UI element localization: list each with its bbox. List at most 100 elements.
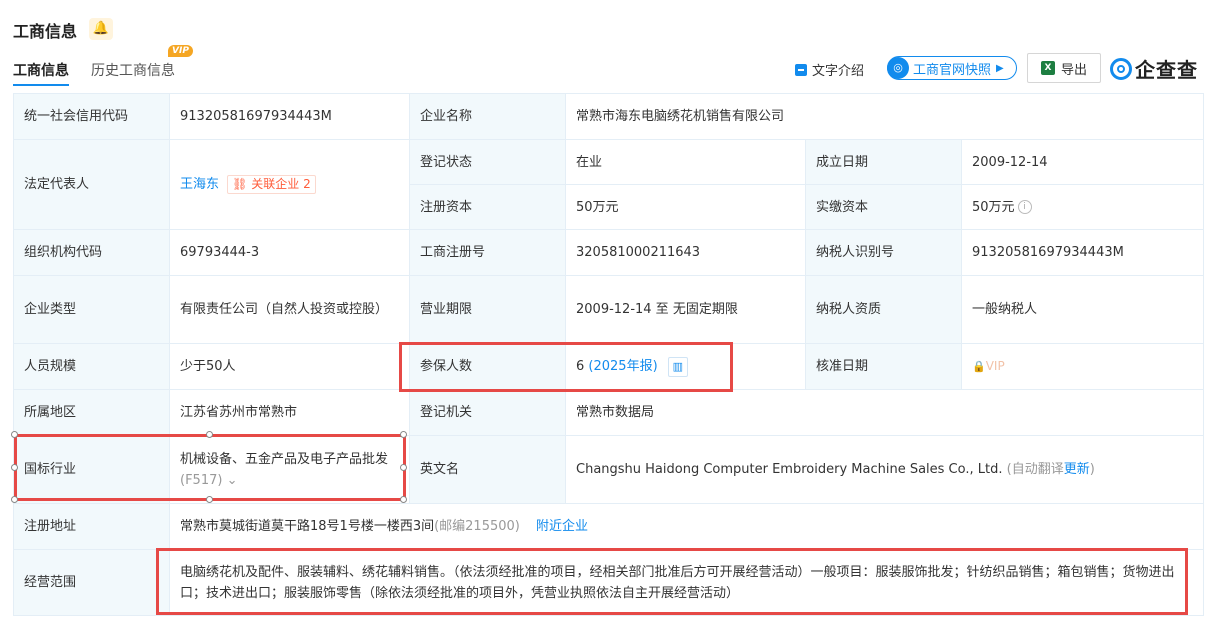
- table-row: 经营范围 电脑绣花机及配件、服装辅料、绣花辅料销售。（依法须经批准的项目，经相关…: [13, 549, 1205, 616]
- scope-label: 经营范围: [13, 549, 170, 616]
- section-title: 工商信息: [13, 22, 78, 41]
- paid-capital-value: 50万元: [972, 199, 1015, 215]
- snapshot-label: 工商官网快照: [913, 62, 992, 78]
- org-code-label: 组织机构代码: [13, 229, 170, 276]
- legal-rep-link[interactable]: 王海东: [180, 177, 219, 192]
- auto-translate-prefix: (自动翻译: [1006, 462, 1064, 477]
- reg-status-label: 登记状态: [409, 139, 566, 185]
- industry-cell: 机械设备、五金产品及电子产品批发 (F517) ⌄: [169, 435, 410, 504]
- credit-code-value: 91320581697934443M: [169, 93, 410, 140]
- related-count: 2: [303, 177, 311, 191]
- address-cell: 常熟市莫城街道莫干路18号1号楼一楼西3间(邮编215500) 附近企业: [168, 503, 1205, 550]
- tab-history-info[interactable]: 历史工商信息: [91, 60, 175, 80]
- reg-status-value: 在业: [565, 139, 806, 185]
- qcc-logo-icon: [1110, 57, 1132, 80]
- reg-authority-value: 常熟市数据局: [564, 389, 1205, 436]
- taxpayer-qual-value: 一般纳税人: [960, 275, 1205, 344]
- business-term-value: 2009-12-14 至 无固定期限: [565, 275, 806, 344]
- resize-handle[interactable]: [400, 431, 407, 438]
- resize-handle[interactable]: [206, 431, 213, 438]
- address-value: 常熟市莫城街道莫干路18号1号楼一楼西3间: [180, 519, 435, 534]
- vip-badge: VIP: [168, 45, 193, 57]
- credit-code-label: 统一社会信用代码: [13, 93, 170, 140]
- info-icon[interactable]: i: [1017, 200, 1032, 214]
- found-date-label: 成立日期: [805, 139, 962, 185]
- approve-date-label: 核准日期: [805, 343, 962, 390]
- business-term-label: 营业期限: [409, 275, 566, 344]
- document-icon: [795, 63, 807, 76]
- company-name-value: 常熟市海东电脑绣花机销售有限公司: [564, 93, 1205, 140]
- table-row: 所属地区 江苏省苏州市常熟市 登记机关 常熟市数据局: [13, 389, 1205, 436]
- legal-rep-cell: 王海东 ⛓ 关联企业 2: [169, 139, 410, 230]
- reg-no-label: 工商注册号: [409, 229, 566, 276]
- export-button[interactable]: X 导出: [1027, 53, 1101, 83]
- related-company-tag[interactable]: ⛓ 关联企业 2: [227, 175, 316, 194]
- address-label: 注册地址: [13, 503, 170, 550]
- text-intro-label: 文字介绍: [812, 64, 865, 79]
- org-code-value: 69793444-3: [169, 229, 410, 276]
- export-label: 导出: [1060, 62, 1087, 78]
- update-translation-link[interactable]: 更新: [1064, 462, 1090, 477]
- bell-icon[interactable]: 🔔: [89, 18, 113, 40]
- related-company-icon: ⛓: [232, 177, 248, 191]
- staff-size-value: 少于50人: [169, 343, 410, 390]
- insured-cell: 6 (2025年报) ▥: [565, 343, 806, 390]
- company-name-label: 企业名称: [409, 93, 566, 140]
- postcode: (邮编215500): [434, 519, 520, 534]
- active-tab-indicator: [13, 84, 69, 86]
- found-date-value: 2009-12-14: [960, 139, 1205, 185]
- paid-capital-cell: 50万元 i: [960, 184, 1205, 230]
- qcc-logo: 企查查: [1110, 54, 1198, 83]
- reg-capital-value: 50万元: [565, 184, 806, 230]
- resize-handle[interactable]: [11, 496, 18, 503]
- region-label: 所属地区: [13, 389, 170, 436]
- annual-report-link[interactable]: (2025年报): [588, 359, 657, 374]
- reg-no-value: 320581000211643: [565, 229, 806, 276]
- logo-text: 企查查: [1135, 58, 1198, 82]
- company-type-value: 有限责任公司（自然人投资或控股）: [169, 275, 410, 344]
- resize-handle[interactable]: [11, 431, 18, 438]
- excel-icon: X: [1040, 61, 1055, 75]
- official-snapshot-button[interactable]: ◎ 工商官网快照 ▶: [887, 56, 1017, 80]
- snapshot-icon: ◎: [887, 57, 909, 79]
- approve-date-vip[interactable]: VIP: [986, 359, 1005, 373]
- industry-value: 机械设备、五金产品及电子产品批发: [180, 451, 389, 467]
- reg-authority-label: 登记机关: [409, 389, 566, 436]
- nearby-companies-link[interactable]: 附近企业: [536, 519, 588, 534]
- paid-capital-label: 实缴资本: [805, 184, 962, 230]
- legal-rep-label: 法定代表人: [13, 139, 170, 230]
- resize-handle[interactable]: [400, 496, 407, 503]
- chart-icon[interactable]: ▥: [667, 356, 688, 377]
- resize-handle[interactable]: [206, 496, 213, 503]
- english-name-label: 英文名: [409, 435, 566, 504]
- table-row: 人员规模 少于50人 参保人数 6 (2025年报) ▥ 核准日期 🔒VIP: [13, 343, 1205, 390]
- resize-handle[interactable]: [400, 464, 407, 471]
- table-row: 统一社会信用代码 91320581697934443M 企业名称 常熟市海东电脑…: [13, 93, 1205, 140]
- region-value: 江苏省苏州市常熟市: [169, 389, 410, 436]
- english-name-cell: Changshu Haidong Computer Embroidery Mac…: [564, 435, 1205, 504]
- industry-label: 国标行业: [13, 435, 170, 504]
- industry-code: (F517): [180, 472, 223, 488]
- staff-size-label: 人员规模: [13, 343, 170, 390]
- chevron-down-icon[interactable]: ⌄: [227, 473, 238, 488]
- table-row: 企业类型 有限责任公司（自然人投资或控股） 营业期限 2009-12-14 至 …: [13, 275, 1205, 344]
- table-row: 注册地址 常熟市莫城街道莫干路18号1号楼一楼西3间(邮编215500) 附近企…: [13, 503, 1205, 550]
- lock-icon[interactable]: 🔒: [972, 360, 986, 373]
- insured-label: 参保人数: [409, 343, 566, 390]
- arrow-right-icon: ▶: [996, 62, 1004, 74]
- tax-id-value: 91320581697934443M: [960, 229, 1205, 276]
- text-intro-button[interactable]: 文字介绍: [795, 60, 864, 79]
- auto-translate-suffix: ): [1089, 462, 1095, 477]
- table-row: 国标行业 机械设备、五金产品及电子产品批发 (F517) ⌄ 英文名 Changs…: [13, 435, 1205, 504]
- resize-handle[interactable]: [11, 464, 18, 471]
- tax-id-label: 纳税人识别号: [805, 229, 962, 276]
- table-row: 组织机构代码 69793444-3 工商注册号 320581000211643 …: [13, 229, 1205, 276]
- company-type-label: 企业类型: [13, 275, 170, 344]
- taxpayer-qual-label: 纳税人资质: [805, 275, 962, 344]
- tab-business-info[interactable]: 工商信息: [13, 60, 69, 80]
- reg-capital-label: 注册资本: [409, 184, 566, 230]
- business-info-table: 统一社会信用代码 91320581697934443M 企业名称 常熟市海东电脑…: [13, 93, 1205, 616]
- insured-value: 6: [576, 359, 585, 374]
- english-name-value: Changshu Haidong Computer Embroidery Mac…: [576, 462, 1003, 477]
- related-label: 关联企业: [251, 177, 300, 191]
